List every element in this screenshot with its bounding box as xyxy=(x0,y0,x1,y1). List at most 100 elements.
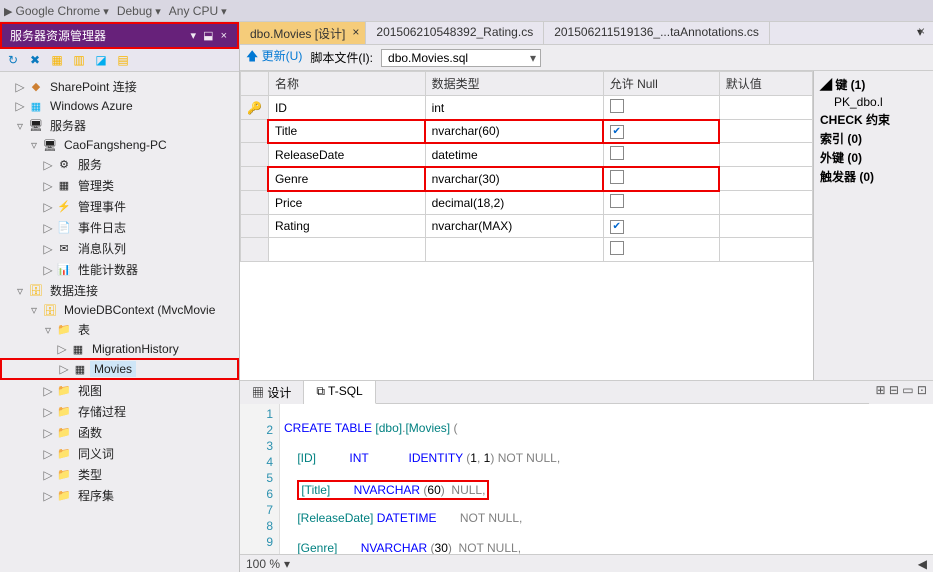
tab-annotations-cs[interactable]: 201506211519136_...taAnnotations.cs xyxy=(544,22,770,44)
anycpu-combo[interactable]: Any CPU ▾ xyxy=(169,4,227,18)
cell-allownull[interactable]: ✔ xyxy=(603,215,719,238)
btab-tsql[interactable]: ⧉ T-SQL xyxy=(304,381,375,404)
pc-icon: 🖥 xyxy=(42,137,58,153)
table-icon: ▦ xyxy=(70,341,86,357)
filter-icon[interactable]: ▤ xyxy=(114,51,132,69)
col-name-header[interactable]: 名称 xyxy=(268,72,425,96)
debug-combo[interactable]: Debug ▾ xyxy=(117,4,161,18)
connect-icon[interactable]: ▦ xyxy=(48,51,66,69)
folder-icon: 📁 xyxy=(56,467,72,483)
tree-ctx[interactable]: MovieDBContext (MvcMovie xyxy=(60,302,219,318)
tree-queue[interactable]: 消息队列 xyxy=(74,239,130,258)
cell-allownull[interactable] xyxy=(603,167,719,191)
table-row[interactable]: Titlenvarchar(60)✔ xyxy=(241,120,813,143)
cell-type[interactable]: nvarchar(60) xyxy=(425,120,603,143)
columns-grid[interactable]: 名称 数据类型 允许 Null 默认值 🔑IDintTitlenvarchar(… xyxy=(240,71,813,380)
tree-mgmtclass[interactable]: 管理类 xyxy=(74,176,118,195)
tree-syn[interactable]: 同义词 xyxy=(74,444,118,463)
cell-type[interactable]: int xyxy=(425,96,603,120)
cell-name[interactable]: ReleaseDate xyxy=(268,143,425,167)
tab-movies-design[interactable]: dbo.Movies [设计] × xyxy=(240,22,366,44)
table-row[interactable]: ReleaseDatedatetime xyxy=(241,143,813,167)
status-caret-icon: ◀ xyxy=(918,557,927,571)
trigger-header[interactable]: 触发器 (0) xyxy=(820,167,927,186)
gear-icon: ⚙ xyxy=(56,157,72,173)
db-icon: 🗄 xyxy=(42,302,58,318)
fk-header[interactable]: 外键 (0) xyxy=(820,148,927,167)
zoom-dropdown-icon[interactable]: ▾ xyxy=(284,557,290,571)
azure-icon[interactable]: ◪ xyxy=(92,51,110,69)
tree-azure[interactable]: Windows Azure xyxy=(46,98,137,114)
cell-default[interactable] xyxy=(719,96,812,120)
tree-sp[interactable]: 存储过程 xyxy=(74,402,130,421)
table-row[interactable]: Genrenvarchar(30) xyxy=(241,167,813,191)
cell-allownull[interactable] xyxy=(603,191,719,215)
row-key-icon xyxy=(241,167,269,191)
cell-default[interactable] xyxy=(719,191,812,215)
keys-header[interactable]: ◢ 键 (1) xyxy=(820,75,927,94)
cell-name[interactable]: ID xyxy=(268,96,425,120)
tree-tables[interactable]: 表 xyxy=(74,320,94,339)
check-header[interactable]: CHECK 约束 xyxy=(820,110,927,129)
line-gutter: 123456789 xyxy=(240,404,280,554)
tree-fn[interactable]: 函数 xyxy=(74,423,106,442)
scriptfile-combo[interactable]: dbo.Movies.sql xyxy=(381,49,541,67)
sharepoint-icon: ◆ xyxy=(28,79,44,95)
table-row[interactable]: Ratingnvarchar(MAX)✔ xyxy=(241,215,813,238)
close-icon[interactable]: × xyxy=(352,25,359,39)
sql-editor[interactable]: 123456789 CREATE TABLE [dbo].[Movies] ( … xyxy=(240,404,933,554)
tree-servers[interactable]: 服务器 xyxy=(46,116,90,135)
table-row-empty[interactable] xyxy=(241,238,813,262)
editor-close-icon[interactable]: × xyxy=(918,24,925,38)
tree-dataconn[interactable]: 数据连接 xyxy=(46,281,102,300)
cell-name[interactable]: Rating xyxy=(268,215,425,238)
col-null-header[interactable]: 允许 Null xyxy=(603,72,719,96)
panel-buttons[interactable]: ▾ ⬓ × xyxy=(191,29,229,42)
db-icon[interactable]: ▥ xyxy=(70,51,88,69)
server-tree[interactable]: ▷◆SharePoint 连接 ▷▦Windows Azure ▿🖥服务器 ▿🖥… xyxy=(0,72,239,572)
update-button[interactable]: 🡅 更新(U) xyxy=(246,47,302,68)
cell-allownull[interactable]: ✔ xyxy=(603,120,719,143)
folder-icon: 📁 xyxy=(56,404,72,420)
tree-types[interactable]: 类型 xyxy=(74,465,106,484)
bottom-tools[interactable]: ⊞ ⊟ ▭ ⊡ xyxy=(869,381,933,404)
cell-type[interactable]: nvarchar(30) xyxy=(425,167,603,191)
cell-allownull[interactable] xyxy=(603,96,719,120)
row-key-icon xyxy=(241,143,269,167)
cell-name[interactable]: Price xyxy=(268,191,425,215)
sql-code[interactable]: CREATE TABLE [dbo].[Movies] ( [ID] INT I… xyxy=(280,404,933,554)
tree-migr[interactable]: MigrationHistory xyxy=(88,341,183,357)
cell-name[interactable]: Genre xyxy=(268,167,425,191)
cell-default[interactable] xyxy=(719,143,812,167)
pk-item[interactable]: PK_dbo.l xyxy=(820,94,927,110)
table-row[interactable]: Pricedecimal(18,2) xyxy=(241,191,813,215)
row-key-icon xyxy=(241,120,269,143)
col-default-header[interactable]: 默认值 xyxy=(719,72,812,96)
tab-rating-cs[interactable]: 201506210548392_Rating.cs xyxy=(366,22,544,44)
tree-movies[interactable]: Movies xyxy=(90,361,136,377)
tree-perf[interactable]: 性能计数器 xyxy=(74,260,142,279)
cell-default[interactable] xyxy=(719,120,812,143)
col-type-header[interactable]: 数据类型 xyxy=(425,72,603,96)
tree-views[interactable]: 视图 xyxy=(74,381,106,400)
btab-design[interactable]: ▦ 设计 xyxy=(240,381,304,404)
tree-services[interactable]: 服务 xyxy=(74,155,106,174)
tree-sharepoint[interactable]: SharePoint 连接 xyxy=(46,77,141,96)
server-explorer-toolbar[interactable]: ↻ ✖ ▦ ▥ ◪ ▤ xyxy=(0,49,239,72)
cell-default[interactable] xyxy=(719,167,812,191)
cell-default[interactable] xyxy=(719,215,812,238)
cell-type[interactable]: nvarchar(MAX) xyxy=(425,215,603,238)
cell-type[interactable]: decimal(18,2) xyxy=(425,191,603,215)
refresh-icon[interactable]: ↻ xyxy=(4,51,22,69)
tree-pc[interactable]: CaoFangsheng-PC xyxy=(60,137,171,153)
tree-asm[interactable]: 程序集 xyxy=(74,486,118,505)
cell-name[interactable]: Title xyxy=(268,120,425,143)
cell-type[interactable]: datetime xyxy=(425,143,603,167)
table-row[interactable]: 🔑IDint xyxy=(241,96,813,120)
zoom-value[interactable]: 100 % xyxy=(246,557,280,571)
tree-eventlog[interactable]: 事件日志 xyxy=(74,218,130,237)
index-header[interactable]: 索引 (0) xyxy=(820,129,927,148)
stop-icon[interactable]: ✖ xyxy=(26,51,44,69)
tree-mgmtevent[interactable]: 管理事件 xyxy=(74,197,130,216)
cell-allownull[interactable] xyxy=(603,143,719,167)
